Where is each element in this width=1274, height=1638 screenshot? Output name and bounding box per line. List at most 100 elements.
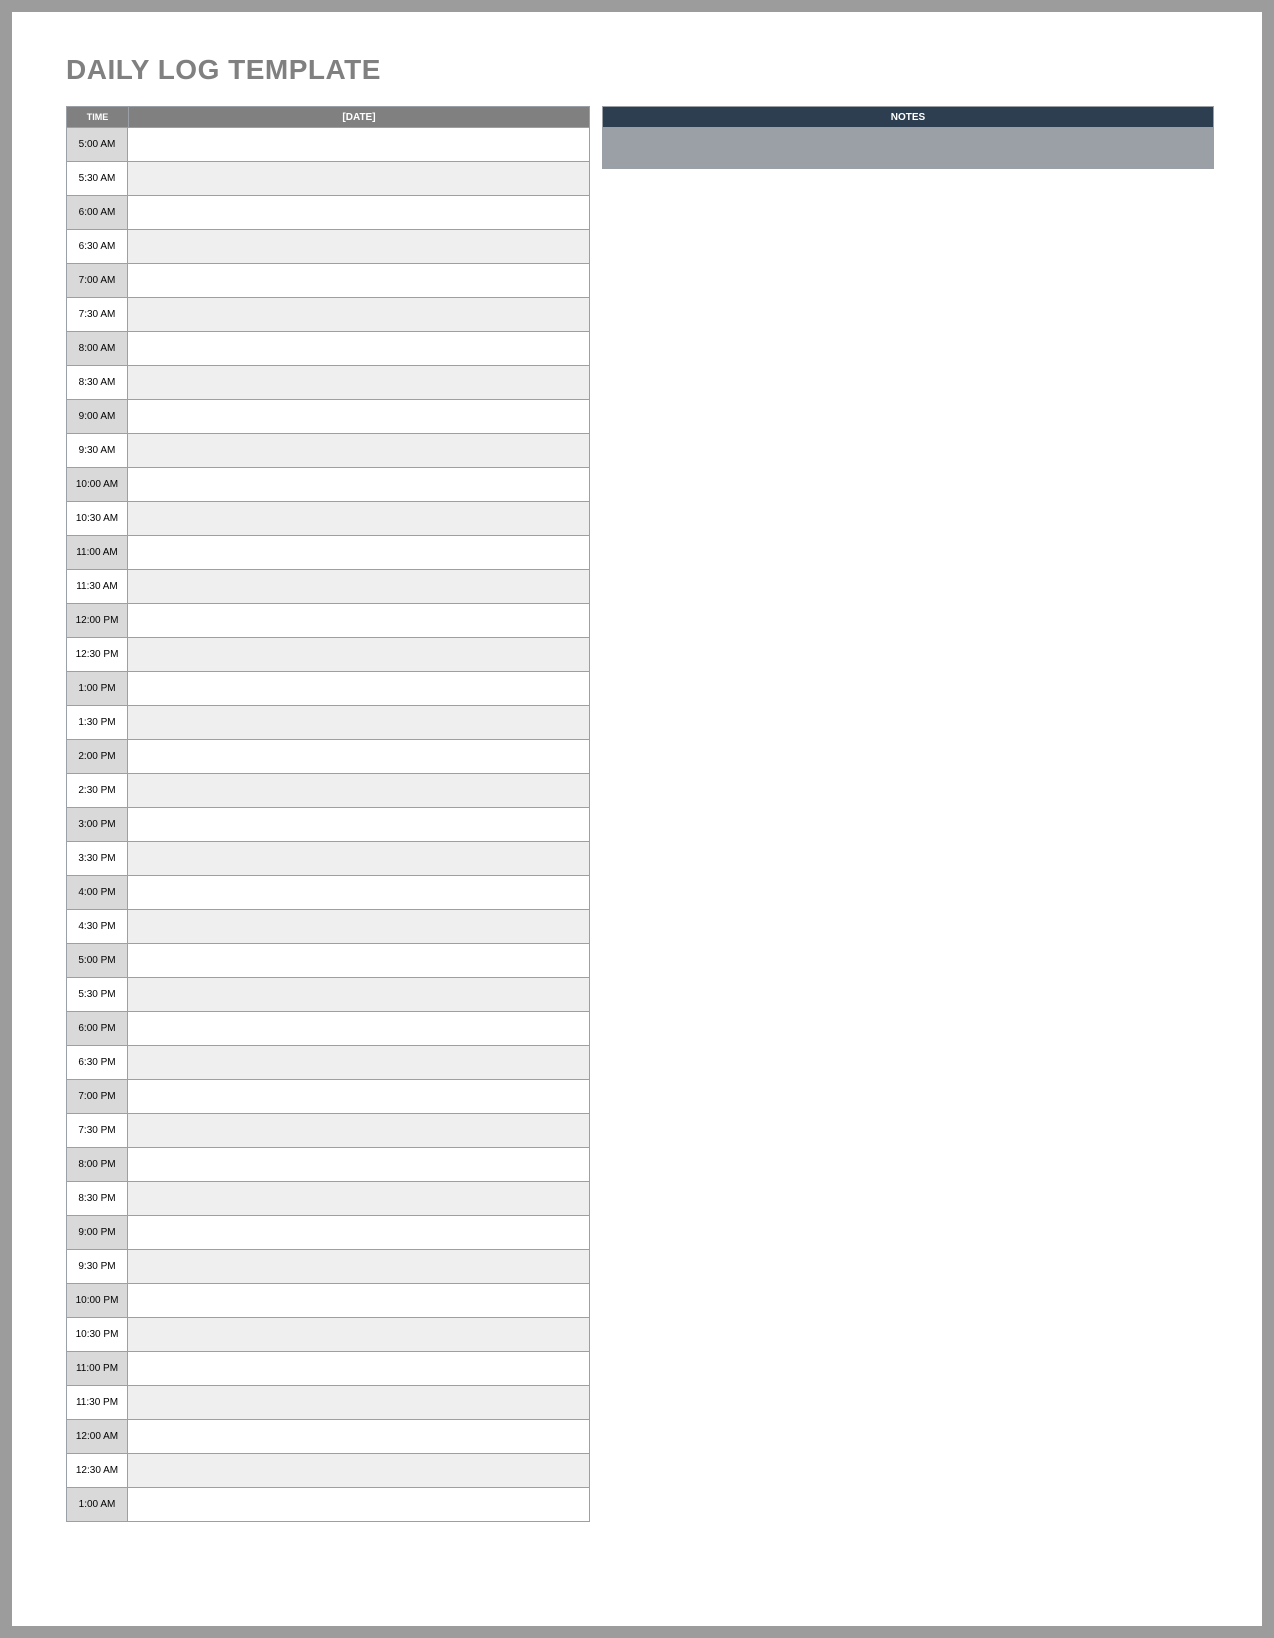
- activity-cell[interactable]: [128, 1386, 590, 1420]
- activity-cell[interactable]: [128, 1454, 590, 1488]
- table-row: 9:30 PM: [66, 1250, 590, 1284]
- activity-cell[interactable]: [128, 366, 590, 400]
- time-cell: 4:30 PM: [66, 910, 128, 944]
- activity-cell[interactable]: [128, 1250, 590, 1284]
- activity-cell[interactable]: [128, 400, 590, 434]
- table-row: 8:00 PM: [66, 1148, 590, 1182]
- left-header-row: TIME [DATE]: [66, 106, 590, 128]
- activity-cell[interactable]: [128, 638, 590, 672]
- table-row: 11:00 AM: [66, 536, 590, 570]
- table-row: 6:30 PM: [66, 1046, 590, 1080]
- time-cell: 1:00 PM: [66, 672, 128, 706]
- activity-cell[interactable]: [128, 672, 590, 706]
- time-header: TIME: [66, 106, 128, 128]
- table-row: 4:30 PM: [66, 910, 590, 944]
- activity-cell[interactable]: [128, 978, 590, 1012]
- activity-cell[interactable]: [128, 298, 590, 332]
- time-cell: 7:00 AM: [66, 264, 128, 298]
- activity-cell[interactable]: [128, 434, 590, 468]
- table-row: 9:30 AM: [66, 434, 590, 468]
- table-row: 5:30 PM: [66, 978, 590, 1012]
- activity-cell[interactable]: [128, 1046, 590, 1080]
- notes-column: NOTES: [602, 106, 1214, 1522]
- time-cell: 5:00 PM: [66, 944, 128, 978]
- table-row: 1:00 PM: [66, 672, 590, 706]
- time-cell: 6:00 PM: [66, 1012, 128, 1046]
- activity-cell[interactable]: [128, 1488, 590, 1522]
- notes-header: NOTES: [602, 106, 1214, 128]
- table-row: 10:30 AM: [66, 502, 590, 536]
- table-row: 7:30 PM: [66, 1114, 590, 1148]
- table-row: 1:00 AM: [66, 1488, 590, 1522]
- table-row: 10:00 AM: [66, 468, 590, 502]
- right-body: [602, 128, 1214, 169]
- table-row: 11:30 AM: [66, 570, 590, 604]
- date-header: [DATE]: [128, 106, 590, 128]
- table-row: 4:00 PM: [66, 876, 590, 910]
- activity-cell[interactable]: [128, 1080, 590, 1114]
- activity-cell[interactable]: [128, 774, 590, 808]
- activity-cell[interactable]: [128, 842, 590, 876]
- time-cell: 10:30 PM: [66, 1318, 128, 1352]
- activity-cell[interactable]: [128, 876, 590, 910]
- activity-cell[interactable]: [128, 1352, 590, 1386]
- activity-cell[interactable]: [128, 468, 590, 502]
- activity-cell[interactable]: [128, 502, 590, 536]
- table-row: 8:00 AM: [66, 332, 590, 366]
- time-cell: 6:00 AM: [66, 196, 128, 230]
- table-row: 3:30 PM: [66, 842, 590, 876]
- time-activity-column: TIME [DATE] 5:00 AM5:30 AM6:00 AM6:30 AM…: [66, 106, 590, 1522]
- time-cell: 3:30 PM: [66, 842, 128, 876]
- time-cell: 9:30 AM: [66, 434, 128, 468]
- table-row: 12:00 AM: [66, 1420, 590, 1454]
- time-cell: 1:00 AM: [66, 1488, 128, 1522]
- activity-cell[interactable]: [128, 740, 590, 774]
- activity-cell[interactable]: [128, 1284, 590, 1318]
- time-cell: 12:30 PM: [66, 638, 128, 672]
- time-cell: 12:00 PM: [66, 604, 128, 638]
- table-row: 5:00 PM: [66, 944, 590, 978]
- time-cell: 9:00 PM: [66, 1216, 128, 1250]
- activity-cell[interactable]: [128, 1182, 590, 1216]
- activity-cell[interactable]: [128, 196, 590, 230]
- notes-cell[interactable]: [602, 168, 1214, 169]
- time-cell: 8:00 PM: [66, 1148, 128, 1182]
- time-cell: 7:30 AM: [66, 298, 128, 332]
- time-cell: 7:30 PM: [66, 1114, 128, 1148]
- activity-cell[interactable]: [128, 1114, 590, 1148]
- time-cell: 9:30 PM: [66, 1250, 128, 1284]
- log-grid: TIME [DATE] 5:00 AM5:30 AM6:00 AM6:30 AM…: [66, 106, 1214, 1522]
- activity-cell[interactable]: [128, 332, 590, 366]
- activity-cell[interactable]: [128, 264, 590, 298]
- time-cell: 6:30 AM: [66, 230, 128, 264]
- activity-cell[interactable]: [128, 162, 590, 196]
- table-row: 9:00 PM: [66, 1216, 590, 1250]
- activity-cell[interactable]: [128, 808, 590, 842]
- activity-cell[interactable]: [128, 604, 590, 638]
- time-cell: 11:00 AM: [66, 536, 128, 570]
- activity-cell[interactable]: [128, 706, 590, 740]
- right-header-row: NOTES: [602, 106, 1214, 128]
- time-cell: 8:30 AM: [66, 366, 128, 400]
- table-row: 6:00 AM: [66, 196, 590, 230]
- table-row: 10:00 PM: [66, 1284, 590, 1318]
- activity-cell[interactable]: [128, 536, 590, 570]
- activity-cell[interactable]: [128, 1318, 590, 1352]
- time-cell: 10:00 PM: [66, 1284, 128, 1318]
- table-row: 9:00 AM: [66, 400, 590, 434]
- table-row: 2:00 PM: [66, 740, 590, 774]
- time-cell: 12:00 AM: [66, 1420, 128, 1454]
- table-row: 1:30 PM: [66, 706, 590, 740]
- activity-cell[interactable]: [128, 1012, 590, 1046]
- activity-cell[interactable]: [128, 570, 590, 604]
- activity-cell[interactable]: [128, 1420, 590, 1454]
- activity-cell[interactable]: [128, 910, 590, 944]
- table-row: 12:30 AM: [66, 1454, 590, 1488]
- activity-cell[interactable]: [128, 944, 590, 978]
- activity-cell[interactable]: [128, 128, 590, 162]
- time-cell: 11:00 PM: [66, 1352, 128, 1386]
- activity-cell[interactable]: [128, 1148, 590, 1182]
- activity-cell[interactable]: [128, 230, 590, 264]
- table-row: 7:30 AM: [66, 298, 590, 332]
- activity-cell[interactable]: [128, 1216, 590, 1250]
